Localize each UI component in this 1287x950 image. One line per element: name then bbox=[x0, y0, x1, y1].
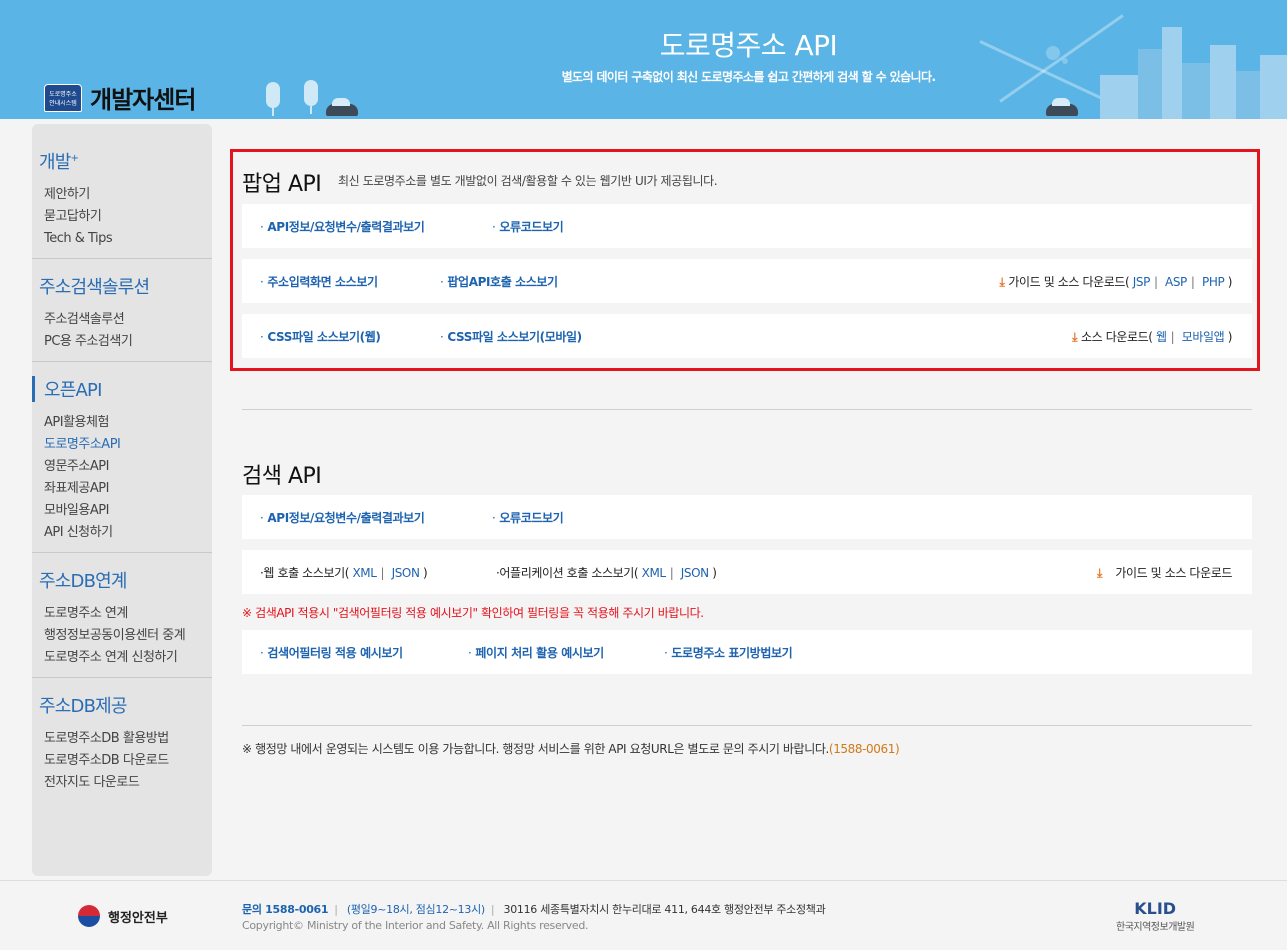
search-guide-download-link[interactable]: ⤓ 가이드 및 소스 다운로드 bbox=[1097, 564, 1232, 581]
sidebar-item-api-apply[interactable]: API 신청하기 bbox=[32, 522, 206, 544]
sidebar: 개발+ 제안하기 묻고답하기 Tech & Tips 주소검색솔루션 주소검색솔… bbox=[32, 124, 212, 876]
download-icon: ⤓ bbox=[999, 275, 1005, 289]
sidebar-item-pc-search[interactable]: PC용 주소검색기 bbox=[32, 331, 206, 353]
search-row-3: · 검색어필터링 적용 예시보기 · 페이지 처리 활용 예시보기 · 도로명주소 표… bbox=[242, 630, 1252, 674]
sidebar-item-admin-relay[interactable]: 행정정보공동이용센터 중계 bbox=[32, 625, 206, 647]
download-icon: ⤓ bbox=[1072, 330, 1078, 344]
sidebar-title-dev-label: 개발 bbox=[39, 152, 71, 173]
popup-call-source-link[interactable]: · 팝업API호출 소스보기 bbox=[440, 273, 558, 290]
app-call-source: ·어플리케이션 호출 소스보기( XML | JSON ) bbox=[496, 566, 717, 580]
sidebar-group-db-provide: 주소DB제공 도로명주소DB 활용방법 도로명주소DB 다운로드 전자지도 다운… bbox=[32, 678, 212, 803]
building-decoration bbox=[1260, 55, 1287, 119]
page-title: 도로명주소 API bbox=[659, 29, 838, 62]
footer-address: 30116 세종특별자치시 한누리대로 411, 644호 행정안전부 주소정책… bbox=[503, 903, 826, 916]
sidebar-group-openapi: 오픈API API활용체험 도로명주소API 영문주소API 좌표제공API 모… bbox=[32, 362, 212, 553]
site-header: 도로명주소 안내시스템 개발자센터 도로명주소 API 별도의 데이터 구축없이… bbox=[0, 0, 1287, 119]
popup-api-title: 팝업 API bbox=[242, 172, 322, 197]
car-icon bbox=[1046, 98, 1078, 116]
developer-center-logo[interactable]: 도로명주소 안내시스템 개발자센터 bbox=[44, 80, 196, 115]
search-api-title: 검색 API bbox=[242, 464, 322, 489]
css-mobile-source-link[interactable]: · CSS파일 소스보기(모바일) bbox=[440, 328, 582, 345]
notation-link[interactable]: · 도로명주소 표기방법보기 bbox=[664, 644, 793, 661]
app-call-xml-link[interactable]: XML bbox=[642, 566, 666, 580]
sidebar-group-solution: 주소검색솔루션 주소검색솔루션 PC용 주소검색기 bbox=[32, 259, 212, 362]
popup-error-code-link[interactable]: · 오류코드보기 bbox=[492, 218, 564, 235]
sidebar-group-db-link: 주소DB연계 도로명주소 연계 행정정보공동이용센터 중계 도로명주소 연계 신… bbox=[32, 553, 212, 678]
search-row-2: ·웹 호출 소스보기( XML | JSON ) ·어플리케이션 호출 소스보기(… bbox=[242, 550, 1252, 594]
sidebar-item-mobile-api[interactable]: 모바일용API bbox=[32, 500, 206, 522]
addr-input-source-link[interactable]: · 주소입력화면 소스보기 bbox=[260, 273, 378, 290]
ministry-name: 행정안전부 bbox=[108, 910, 168, 926]
download-asp-link[interactable]: ASP bbox=[1165, 275, 1187, 289]
car-icon bbox=[326, 98, 358, 116]
download-mobile-app-link[interactable]: 모바일앱 bbox=[1182, 330, 1225, 344]
contact-phone: (1588-0061) bbox=[828, 742, 900, 756]
sidebar-title-db-provide[interactable]: 주소DB제공 bbox=[32, 692, 206, 718]
admin-network-note: ※ 행정망 내에서 운영되는 시스템도 이용 가능합니다. 행정망 서비스를 위… bbox=[242, 740, 900, 757]
download-icon: ⤓ bbox=[1097, 566, 1102, 580]
web-call-json-link[interactable]: JSON bbox=[392, 566, 420, 580]
popup-row-3: · CSS파일 소스보기(웹) · CSS파일 소스보기(모바일) ⤓ 소스 다운로드… bbox=[242, 314, 1252, 358]
logo-badge-line2: 안내시스템 bbox=[49, 99, 77, 107]
popup-api-info-link[interactable]: · API정보/요청변수/출력결과보기 bbox=[260, 218, 425, 235]
popup-guide-download: ⤓ 가이드 및 소스 다운로드( JSP | ASP | PHP ) bbox=[999, 275, 1232, 289]
search-error-code-link[interactable]: · 오류코드보기 bbox=[492, 509, 564, 526]
download-web-link[interactable]: 웹 bbox=[1156, 330, 1167, 344]
footer-hours: (평일9~18시, 점심12~13시) bbox=[346, 903, 485, 916]
admin-network-note-text: ※ 행정망 내에서 운영되는 시스템도 이용 가능합니다. 행정망 서비스를 위… bbox=[242, 742, 829, 756]
sidebar-item-qna[interactable]: 묻고답하기 bbox=[32, 206, 206, 228]
sidebar-item-tech-tips[interactable]: Tech & Tips bbox=[32, 228, 206, 250]
tree-trunk-decoration bbox=[272, 106, 274, 116]
web-call-source: ·웹 호출 소스보기( XML | JSON ) bbox=[260, 566, 428, 580]
tree-decoration bbox=[266, 82, 280, 108]
section-divider bbox=[242, 725, 1252, 726]
sidebar-item-api-trial[interactable]: API활용체험 bbox=[32, 412, 206, 434]
sidebar-group-dev: 개발+ 제안하기 묻고답하기 Tech & Tips bbox=[32, 124, 212, 259]
sidebar-item-map-download[interactable]: 전자지도 다운로드 bbox=[32, 772, 206, 794]
sidebar-title-solution[interactable]: 주소검색솔루션 bbox=[32, 273, 206, 299]
taegeuk-icon bbox=[78, 905, 100, 927]
popup-row-1: · API정보/요청변수/출력결과보기 · 오류코드보기 bbox=[242, 204, 1252, 248]
sidebar-title-dev-plus: + bbox=[70, 153, 79, 164]
sidebar-item-propose[interactable]: 제안하기 bbox=[32, 184, 206, 206]
search-row-1: · API정보/요청변수/출력결과보기 · 오류코드보기 bbox=[242, 495, 1252, 539]
popup-row-2: · 주소입력화면 소스보기 · 팝업API호출 소스보기 ⤓ 가이드 및 소스 다운로… bbox=[242, 259, 1252, 303]
logo-text: 개발자센터 bbox=[90, 86, 196, 114]
popup-source-download: ⤓ 소스 다운로드( 웹 | 모바일앱 ) bbox=[1072, 330, 1232, 344]
sidebar-title-db-link[interactable]: 주소DB연계 bbox=[32, 567, 206, 593]
sidebar-item-db-download[interactable]: 도로명주소DB 다운로드 bbox=[32, 750, 206, 772]
section-divider bbox=[242, 409, 1252, 410]
footer-contact-info: 문의 1588-0061 | (평일9~18시, 점심12~13시) | 30116… bbox=[242, 903, 826, 916]
footer-copyright: Copyright© Ministry of the Interior and … bbox=[242, 919, 589, 932]
site-footer: 행정안전부 문의 1588-0061 | (평일9~18시, 점심12~13시) |… bbox=[0, 880, 1287, 950]
app-call-json-link[interactable]: JSON bbox=[681, 566, 709, 580]
sidebar-item-english-api[interactable]: 영문주소API bbox=[32, 456, 206, 478]
download-php-link[interactable]: PHP bbox=[1202, 275, 1225, 289]
ministry-logo[interactable]: 행정안전부 bbox=[78, 905, 168, 927]
popup-api-desc: 최신 도로명주소를 별도 개발없이 검색/활용할 수 있는 웹기반 UI가 제공… bbox=[338, 174, 718, 188]
klid-name: 한국지역정보개발원 bbox=[1116, 922, 1195, 933]
sidebar-item-db-usage[interactable]: 도로명주소DB 활용방법 bbox=[32, 728, 206, 750]
logo-badge: 도로명주소 안내시스템 bbox=[44, 83, 82, 112]
sidebar-title-openapi[interactable]: 오픈API bbox=[32, 376, 206, 402]
sidebar-item-solution[interactable]: 주소검색솔루션 bbox=[32, 309, 206, 331]
web-call-xml-link[interactable]: XML bbox=[352, 566, 376, 580]
logo-badge-line1: 도로명주소 bbox=[49, 90, 77, 98]
sidebar-item-link-apply[interactable]: 도로명주소 연계 신청하기 bbox=[32, 647, 206, 669]
klid-logo[interactable]: KLID 한국지역정보개발원 bbox=[1116, 899, 1195, 933]
sidebar-item-road-link[interactable]: 도로명주소 연계 bbox=[32, 603, 206, 625]
paging-example-link[interactable]: · 페이지 처리 활용 예시보기 bbox=[468, 644, 604, 661]
sidebar-item-coord-api[interactable]: 좌표제공API bbox=[32, 478, 206, 500]
page-subtitle: 별도의 데이터 구축없이 최신 도로명주소를 쉽고 간편하게 검색 할 수 있습… bbox=[561, 70, 936, 84]
footer-contact: 문의 1588-0061 bbox=[242, 903, 329, 916]
filter-example-link[interactable]: · 검색어필터링 적용 예시보기 bbox=[260, 644, 403, 661]
sidebar-title-dev[interactable]: 개발+ bbox=[32, 148, 206, 174]
search-filter-warning: ※ 검색API 적용시 "검색어필터링 적용 예시보기" 확인하여 필터링을 꼭… bbox=[242, 606, 704, 620]
css-web-source-link[interactable]: · CSS파일 소스보기(웹) bbox=[260, 328, 381, 345]
sidebar-item-road-api[interactable]: 도로명주소API bbox=[32, 434, 206, 456]
tree-trunk-decoration bbox=[310, 104, 312, 114]
klid-logo-mark: KLID bbox=[1134, 899, 1177, 918]
search-api-info-link[interactable]: · API정보/요청변수/출력결과보기 bbox=[260, 509, 425, 526]
download-jsp-link[interactable]: JSP bbox=[1133, 275, 1151, 289]
